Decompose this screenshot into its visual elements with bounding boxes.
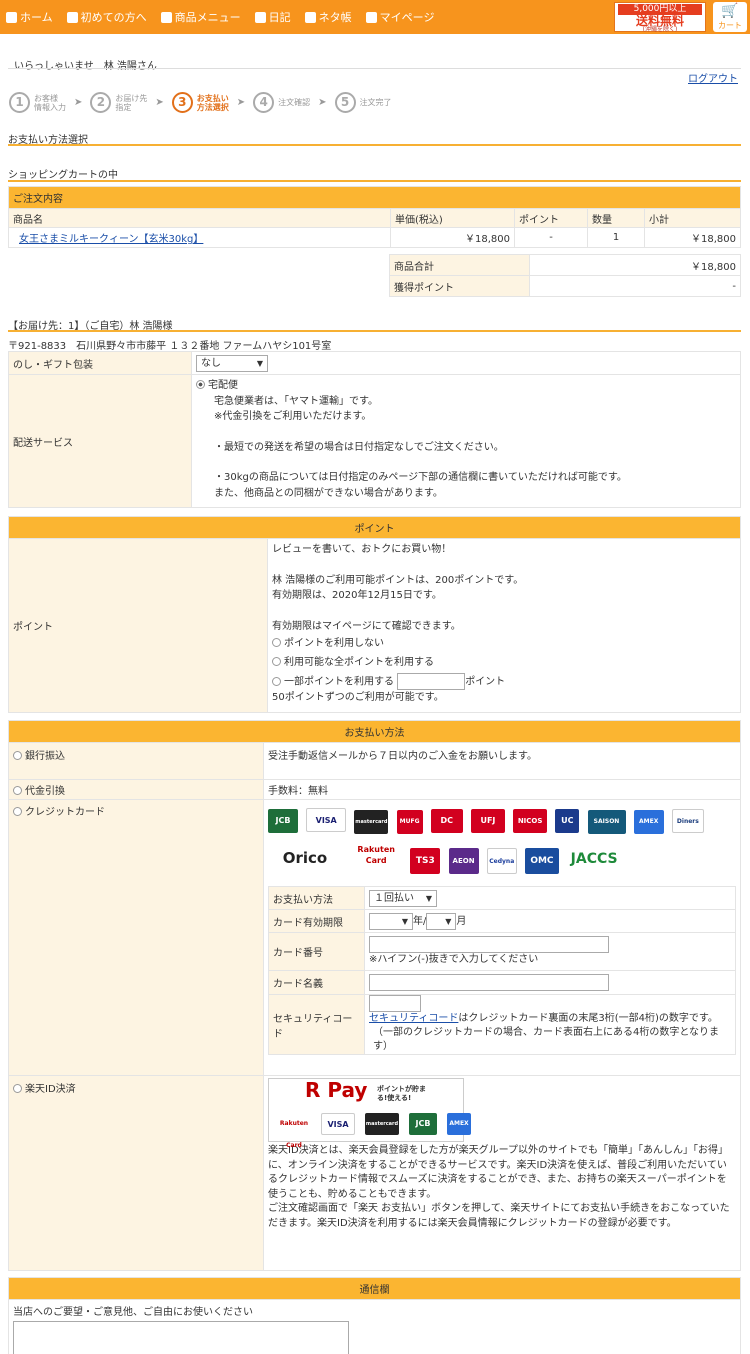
pay-cod[interactable]: 代金引換 <box>8 779 264 800</box>
security-code-input[interactable] <box>369 995 421 1012</box>
expiry-month-select[interactable]: ▼ <box>426 912 457 930</box>
rpay-logo: R Pay <box>305 1078 368 1102</box>
mastercard-logo-icon: mastercard <box>365 1113 399 1135</box>
chevron-down-icon: ▼ <box>401 916 408 926</box>
order-table: ご注文内容 商品名 単価(税込) ポイント 数量 小計 女王さまミルキークィーン… <box>8 186 741 248</box>
ts3-logo-icon: TS3 <box>410 848 441 874</box>
order-header: ご注文内容 <box>8 186 741 209</box>
payment-table: お支払い方法 銀行振込 受注手動返信メールから７日以内のご入金をお願いします。 … <box>8 720 741 1271</box>
nav-notes[interactable]: ネタ帳 <box>304 9 352 25</box>
divider <box>8 330 741 332</box>
nav-home[interactable]: ホーム <box>6 9 53 25</box>
cedyna-logo-icon: Cedyna <box>486 848 517 874</box>
diners-logo-icon: Diners <box>671 809 704 833</box>
security-code-link[interactable]: セキュリティコード <box>369 1013 458 1024</box>
chevron-down-icon: ▼ <box>445 916 452 926</box>
jcb-logo-icon: JCB <box>409 1113 437 1135</box>
book-icon <box>254 11 266 23</box>
card-name-input[interactable] <box>369 974 609 991</box>
pay-rakuten[interactable]: 楽天ID決済 <box>8 1075 264 1271</box>
cart-title: ショッピングカートの中 <box>8 170 118 181</box>
installment-select[interactable]: １回払い ▼ <box>369 889 437 907</box>
rakuten-card-logo-icon: Rakuten Card <box>350 842 403 868</box>
points-opt-partial[interactable]: 一部ポイントを利用する ポイント <box>272 673 736 690</box>
pay-bank[interactable]: 銀行振込 <box>8 742 264 780</box>
card-logos-row2: Orico Rakuten Card TS3 AEON Cedyna OMC J… <box>268 842 736 874</box>
delivery-address: 〒921-8833 石川県野々市市藤平 １３２番地 ファームハヤシ101号室 <box>8 341 332 352</box>
card-form: お支払い方法 １回払い ▼ カード有効期限 ▼ 年/▼ 月 カード番号 ※ハイフン(-… <box>268 886 736 1055</box>
divider <box>8 144 741 146</box>
uc-logo-icon: UC <box>555 809 580 833</box>
radio-selected[interactable] <box>196 380 205 389</box>
chevron-down-icon: ▼ <box>425 893 432 903</box>
card-number-input[interactable] <box>369 936 609 953</box>
nav-items: ホーム 初めての方へ 商品メニュー 日記 ネタ帳 マイページ <box>6 9 434 25</box>
mastercard-logo-icon: mastercard <box>354 810 389 834</box>
greeting: いらっしゃいませ 林 浩陽さん <box>14 61 157 72</box>
nicos-logo-icon: NICOS <box>513 809 548 833</box>
nav-beginners[interactable]: 初めての方へ <box>66 9 147 25</box>
step-arrow-icon: ➤ <box>74 97 83 108</box>
nav-mypage[interactable]: マイページ <box>365 9 434 25</box>
chevron-down-icon: ▼ <box>256 358 263 368</box>
points-opt-none[interactable]: ポイントを利用しない <box>272 636 736 652</box>
bag-icon <box>160 11 172 23</box>
nav-menu[interactable]: 商品メニュー <box>160 9 241 25</box>
points-opt-all[interactable]: 利用可能な全ポイントを利用する <box>272 655 736 671</box>
divider <box>8 180 741 182</box>
jaccs-logo-icon: JACCS <box>567 846 622 872</box>
step-arrow-icon: ➤ <box>318 97 327 108</box>
rakuten-card-logo-icon: Rakuten Card <box>277 1113 311 1149</box>
top-navbar: ホーム 初めての方へ 商品メニュー 日記 ネタ帳 マイページ 5,000円以上 … <box>0 0 750 34</box>
points-table: ポイント ポイント レビューを書いて、おトクにお買い物！ 林 浩陽様のご利用可能… <box>8 516 741 713</box>
step-3: 3 お支払い 方法選択 <box>171 92 229 113</box>
comm-textarea[interactable] <box>13 1321 349 1354</box>
dc-logo-icon: DC <box>430 809 463 833</box>
pay-card[interactable]: クレジットカード <box>8 799 264 1076</box>
logout-link[interactable]: ログアウト <box>688 70 738 85</box>
jcb-logo-icon: JCB <box>268 809 298 833</box>
checkout-steps: 1 お客様 情報入力 ➤ 2 お届け先 指定 ➤ 3 お支払い 方法選択 ➤ 4 注文確認 ➤… <box>9 92 392 113</box>
cart-icon: 🛒 <box>721 3 739 19</box>
rakuten-pay-banner: R Pay ポイントが貯まる!使える! Rakuten Card VISA ma… <box>268 1078 471 1149</box>
saison-logo-icon: SAISON <box>587 810 626 834</box>
ufj-logo-icon: UFJ <box>470 809 505 833</box>
table-row: 女王さまミルキークィーン【玄米30kg】 ￥18,800 - 1 ￥18,800 <box>8 227 741 248</box>
step-arrow-icon: ➤ <box>155 97 164 108</box>
step-4: 4 注文確認 <box>253 92 310 113</box>
free-shipping-badge: 5,000円以上 送料無料 (沖縄を除く) <box>614 2 706 33</box>
cart-button[interactable]: 🛒 カート <box>713 2 747 32</box>
amex-logo-icon: AMEX <box>447 1113 471 1135</box>
comm-table: 通信欄 当店へのご要望・ご意見他、ご自由にお使いください <box>8 1277 741 1354</box>
product-link[interactable]: 女王さまミルキークィーン【玄米30kg】 <box>19 234 203 245</box>
nav-diary[interactable]: 日記 <box>254 9 291 25</box>
shield-icon <box>66 11 78 23</box>
step-5: 5 注文完了 <box>334 92 392 113</box>
amex-logo-icon: AMEX <box>633 810 664 834</box>
visa-logo-icon: VISA <box>306 808 347 832</box>
gift-select[interactable]: なし ▼ <box>196 354 268 372</box>
omc-logo-icon: OMC <box>524 848 559 874</box>
step-1: 1 お客様 情報入力 <box>9 92 66 113</box>
user-icon <box>365 11 377 23</box>
divider <box>8 68 741 69</box>
order-summary: 商品合計 ￥18,800 獲得ポイント - <box>389 254 741 297</box>
visa-logo-icon: VISA <box>321 1113 355 1135</box>
step-2: 2 お届け先 指定 <box>90 92 147 113</box>
note-icon <box>304 11 316 23</box>
mufg-logo-icon: MUFG <box>396 810 423 834</box>
home-icon <box>6 11 17 23</box>
orico-logo-icon: Orico <box>268 845 342 871</box>
card-logos-row1: JCB VISA mastercard MUFG DC UFJ NICOS UC… <box>268 808 736 836</box>
expiry-year-select[interactable]: ▼ <box>369 912 413 930</box>
points-input[interactable] <box>397 673 466 690</box>
delivery-table: のし・ギフト包装 なし ▼ 配送サービス 宅配便 宅急便業者は、「ヤマト運輸」です… <box>8 351 741 508</box>
step-arrow-icon: ➤ <box>236 97 246 108</box>
aeon-logo-icon: AEON <box>448 848 479 874</box>
service-radio-takuhaibin[interactable]: 宅配便 <box>196 378 736 394</box>
